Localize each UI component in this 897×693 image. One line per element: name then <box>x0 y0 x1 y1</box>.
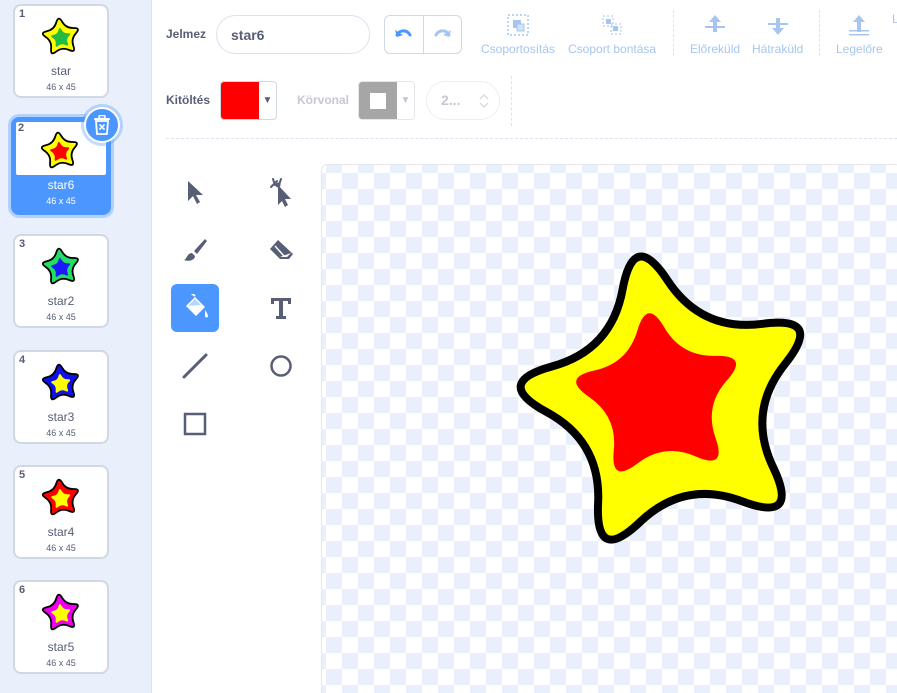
rectangle-icon <box>183 412 207 436</box>
star-thumbnail <box>40 131 78 169</box>
costume-number: 6 <box>19 584 26 596</box>
circle-icon <box>270 355 292 377</box>
brush-icon <box>184 239 207 261</box>
ungroup-button[interactable]: Csoport bontása <box>568 12 656 56</box>
group-icon <box>507 14 529 36</box>
bring-to-front-label: Legelőre <box>836 42 883 56</box>
trash-icon <box>94 115 110 135</box>
brush-tool[interactable] <box>171 226 219 274</box>
costume-item[interactable]: 5 star4 46 x 45 <box>13 465 109 559</box>
divider <box>511 76 512 126</box>
outline-color-picker[interactable]: ▼ <box>358 81 415 120</box>
eraser-icon <box>270 240 293 259</box>
chevron-down-icon: ▼ <box>400 95 411 106</box>
line-icon <box>182 353 208 379</box>
costume-size: 46 x 45 <box>46 543 76 553</box>
group-label: Csoportosítás <box>481 42 556 56</box>
paint-canvas[interactable] <box>321 164 897 693</box>
outline-label: Körvonal <box>297 93 350 107</box>
forward-label: Előreküld <box>690 42 741 56</box>
costume-number: 4 <box>19 354 26 366</box>
divider <box>819 10 820 56</box>
redo-button[interactable] <box>424 16 462 53</box>
fill-color-picker[interactable]: ▼ <box>220 81 277 120</box>
costume-name: star2 <box>47 294 75 308</box>
stepper-icon <box>479 93 489 109</box>
bring-to-front-icon <box>849 15 870 36</box>
text-icon <box>271 298 291 319</box>
costume-number: 3 <box>19 238 26 250</box>
select-tool[interactable] <box>171 168 219 216</box>
backward-label: Hátraküld <box>752 42 804 56</box>
send-to-back-button[interactable]: L <box>892 12 897 26</box>
costume-size: 46 x 45 <box>46 82 76 92</box>
outline-swatch <box>359 82 397 119</box>
costume-size: 46 x 45 <box>46 312 76 322</box>
fill-swatch <box>221 82 259 119</box>
divider <box>673 10 674 56</box>
costume-name: star5 <box>47 640 75 654</box>
ungroup-label: Csoport bontása <box>568 42 657 56</box>
costume-name: star6 <box>47 178 75 192</box>
stroke-width-input[interactable]: 2... <box>426 81 500 120</box>
star-thumbnail <box>41 247 79 285</box>
fill-label: Kitöltés <box>166 93 211 107</box>
costume-number: 2 <box>18 122 25 134</box>
costume-name: star <box>50 64 71 78</box>
line-tool[interactable] <box>171 342 219 390</box>
toolbar-divider <box>166 138 897 139</box>
costume-name: star3 <box>47 410 75 424</box>
reshape-tool[interactable] <box>257 168 305 216</box>
paint-bucket-icon <box>186 294 208 318</box>
costume-name-input[interactable] <box>216 15 370 54</box>
eraser-tool[interactable] <box>257 226 305 274</box>
ungroup-icon <box>602 15 622 35</box>
star-drawing[interactable] <box>322 165 897 693</box>
text-tool[interactable] <box>257 284 305 332</box>
reshape-icon <box>270 178 291 207</box>
stroke-width-value: 2... <box>441 92 461 108</box>
costume-list: 1 star 46 x 45 2 star6 46 x 45 3 star2 46 x 45 4 s… <box>0 0 152 693</box>
costume-item[interactable]: 1 star 46 x 45 <box>13 4 109 98</box>
backward-icon <box>767 18 788 35</box>
forward-icon <box>705 15 726 32</box>
costume-size: 46 x 45 <box>46 658 76 668</box>
undo-redo-group <box>384 15 462 54</box>
fill-tool[interactable] <box>171 284 219 332</box>
chevron-down-icon: ▼ <box>262 95 273 106</box>
costume-number: 5 <box>19 469 26 481</box>
star-thumbnail <box>41 363 79 401</box>
undo-button[interactable] <box>385 16 424 53</box>
redo-icon <box>434 28 452 37</box>
costume-item[interactable]: 4 star3 46 x 45 <box>13 350 109 444</box>
group-button[interactable]: Csoportosítás <box>481 12 555 56</box>
arrow-cursor-icon <box>188 181 203 204</box>
star-thumbnail <box>41 593 79 631</box>
costume-item[interactable]: 3 star2 46 x 45 <box>13 234 109 328</box>
delete-costume-button[interactable] <box>84 107 120 143</box>
costume-name-label: Jelmez <box>166 27 207 41</box>
circle-tool[interactable] <box>257 342 305 390</box>
costume-number: 1 <box>19 8 26 20</box>
backward-button[interactable]: Hátraküld <box>752 12 803 56</box>
costume-item[interactable]: 6 star5 46 x 45 <box>13 580 109 674</box>
costume-size: 46 x 45 <box>46 428 76 438</box>
star-thumbnail <box>41 478 79 516</box>
bring-to-front-button[interactable]: Legelőre <box>836 12 883 56</box>
star-thumbnail <box>41 17 79 55</box>
rectangle-tool[interactable] <box>171 400 219 448</box>
forward-button[interactable]: Előreküld <box>690 12 740 56</box>
costume-name: star4 <box>47 525 75 539</box>
undo-icon <box>394 28 412 37</box>
costume-size: 46 x 45 <box>46 196 76 206</box>
